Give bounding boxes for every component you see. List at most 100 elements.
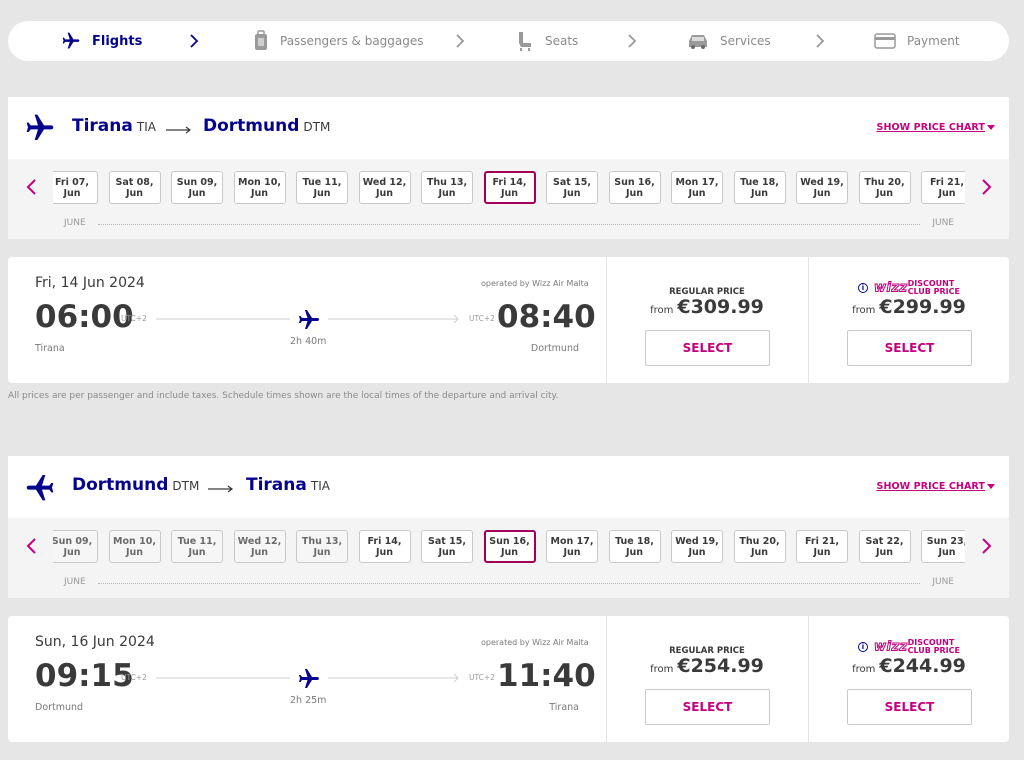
info-icon[interactable]: i (857, 642, 868, 652)
destination-city: Tirana (246, 475, 307, 495)
step-seats[interactable]: Seats (515, 21, 578, 61)
date-month: Jun (500, 188, 519, 199)
date-month: Jun (250, 188, 269, 199)
chevron-left-icon[interactable] (22, 177, 42, 197)
date-day: Fri 21, (930, 177, 964, 188)
date-option[interactable]: Sat 15, Jun (546, 171, 598, 204)
date-option[interactable]: Tue 18, Jun (608, 530, 661, 563)
date-option[interactable]: Sun 09, Jun (53, 530, 98, 563)
select-club-button[interactable]: SELECT (847, 330, 972, 366)
arrow-right-icon (166, 126, 191, 134)
date-option[interactable]: Tue 11, Jun (171, 530, 223, 563)
date-option[interactable]: Wed 12, Jun (358, 171, 411, 204)
chevron-right-icon (190, 34, 199, 48)
month-divider (98, 583, 920, 584)
date-day: Sat 08, (115, 177, 154, 188)
step-label: Flights (92, 33, 143, 49)
destination-code: DTM (303, 120, 331, 134)
date-option[interactable]: Sun 16, Jun (608, 171, 661, 204)
chevron-right-icon[interactable] (976, 536, 996, 556)
date-option[interactable]: Thu 13, Jun (296, 530, 348, 563)
arrival-time: 08:40 (497, 299, 596, 335)
date-option[interactable]: Mon 10, Jun (233, 171, 286, 204)
date-day: Tue 11, (177, 536, 217, 547)
club-fare: i wizzDISCOUNT CLUB PRICE from €244.99 SELE… (808, 616, 1009, 742)
date-option[interactable]: Thu 13, Jun (421, 171, 473, 204)
step-flights[interactable]: Flights (60, 21, 142, 61)
date-month: Jun (313, 188, 331, 199)
date-option[interactable]: Fri 14, Jun (483, 171, 536, 204)
date-option[interactable]: Wed 19, Jun (671, 530, 723, 563)
show-price-chart-link[interactable]: SHOW PRICE CHART (877, 481, 995, 492)
select-regular-button[interactable]: SELECT (645, 689, 770, 725)
destination-city: Dortmund (203, 116, 300, 136)
date-option[interactable]: Sat 08, Jun (108, 171, 161, 204)
step-label: Payment (907, 34, 960, 48)
date-day: Sun 09, (176, 177, 218, 188)
date-month: Jun (688, 188, 706, 199)
date-month: Jun (938, 547, 956, 558)
seat-icon (515, 30, 535, 52)
date-option[interactable]: Mon 10, Jun (108, 530, 161, 563)
date-month: Jun (375, 188, 394, 199)
departure-utc: UTC+2 (121, 314, 147, 323)
date-option[interactable]: Fri 21, Jun (796, 530, 848, 563)
date-month: Jun (875, 547, 894, 558)
date-option[interactable]: Sat 22, Jun (858, 530, 911, 563)
date-option[interactable]: Fri 07, Jun (53, 171, 98, 204)
date-option[interactable]: Fri 14, Jun (358, 530, 411, 563)
date-day: Mon 10, (238, 177, 281, 188)
chevron-right-icon[interactable] (976, 177, 996, 197)
price-amount: €254.99 (677, 655, 764, 677)
date-month: Jun (625, 547, 644, 558)
price-amount: €299.99 (879, 296, 966, 318)
date-option[interactable]: Sun 16, Jun (483, 530, 536, 563)
arrival-time: 11:40 (497, 658, 596, 694)
date-option[interactable]: Tue 18, Jun (733, 171, 786, 204)
date-month: Jun (750, 547, 769, 558)
date-day: Thu 13, (426, 177, 468, 188)
date-month: Jun (750, 188, 769, 199)
date-day: Fri 07, (55, 177, 89, 188)
date-month: Jun (313, 547, 331, 558)
date-month: Jun (500, 547, 519, 558)
chevron-right-icon (628, 34, 637, 48)
date-option[interactable]: Thu 20, Jun (858, 171, 911, 204)
show-price-chart-link[interactable]: SHOW PRICE CHART (877, 122, 995, 133)
date-month: Jun (375, 547, 394, 558)
origin-code: DTM (172, 479, 200, 493)
date-option[interactable]: Sat 15, Jun (421, 530, 473, 563)
date-day: Wed 19, (675, 536, 719, 547)
price-amount: €244.99 (879, 655, 966, 677)
step-services[interactable]: Services (686, 21, 771, 61)
departure-city: Dortmund (35, 702, 84, 713)
club-price: from €244.99 (809, 655, 1009, 677)
date-month: Jun (125, 188, 144, 199)
step-passengers[interactable]: Passengers & baggages (252, 21, 424, 61)
month-divider (98, 224, 920, 225)
info-icon[interactable]: i (857, 283, 868, 293)
select-club-button[interactable]: SELECT (847, 689, 972, 725)
select-regular-button[interactable]: SELECT (645, 330, 770, 366)
date-option[interactable]: Tue 11, Jun (296, 171, 348, 204)
from-label: from (650, 664, 674, 675)
flight-duration: 2h 40m (290, 336, 327, 347)
luggage-icon (252, 30, 270, 52)
month-indicator: JUNE JUNE (64, 218, 954, 230)
date-option[interactable]: Wed 12, Jun (233, 530, 286, 563)
date-option[interactable]: Sun 23, Jun (921, 530, 965, 563)
origin-city: Tirana (72, 116, 133, 136)
date-day: Fri 14, (492, 177, 527, 188)
operated-by: operated by Wizz Air Malta (481, 279, 589, 288)
date-option[interactable]: Mon 17, Jun (546, 530, 598, 563)
chevron-left-icon[interactable] (22, 536, 42, 556)
date-option[interactable]: Thu 20, Jun (733, 530, 786, 563)
date-option[interactable]: Fri 21, Jun (921, 171, 965, 204)
date-option[interactable]: Wed 19, Jun (796, 171, 848, 204)
date-option[interactable]: Mon 17, Jun (671, 171, 723, 204)
step-payment[interactable]: Payment (873, 21, 960, 61)
price-chart-label: SHOW PRICE CHART (876, 481, 985, 492)
date-option[interactable]: Sun 09, Jun (171, 171, 223, 204)
date-day: Mon 17, (675, 177, 719, 188)
date-day: Thu 20, (739, 536, 780, 547)
